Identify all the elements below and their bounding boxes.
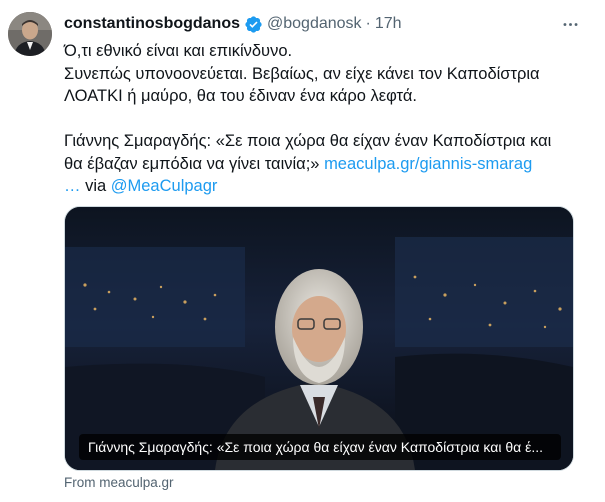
display-name[interactable]: constantinosbogdanos — [64, 14, 240, 34]
tweet-header: constantinosbogdanos @bogdanosk · 17h — [64, 13, 402, 35]
verified-badge-icon — [244, 15, 263, 34]
tweet-text-line: Ό,τι εθνικό είναι και επικίνδυνο. — [64, 42, 293, 60]
tweet-text-line: … via @MeaCulpagr — [64, 175, 584, 198]
tweet-text-line: θα έβαζαν εμπόδια να γίνει ταινία;» meac… — [64, 153, 584, 176]
via-text: via — [80, 177, 111, 195]
tweet-text-line: Συνεπώς υπονοονεύεται. Βεβαίως, αν είχε … — [64, 64, 540, 83]
timestamp[interactable]: 17h — [375, 14, 402, 34]
article-link[interactable]: meaculpa.gr/giannis-smarag — [324, 155, 532, 173]
more-icon[interactable] — [560, 14, 580, 34]
user-handle[interactable]: @bogdanosk — [267, 14, 362, 34]
avatar[interactable] — [8, 12, 52, 56]
mention-link[interactable]: @MeaCulpagr — [111, 177, 218, 195]
card-source[interactable]: From meaculpa.gr — [64, 475, 174, 490]
tweet[interactable]: constantinosbogdanos @bogdanosk · 17h Ό,… — [0, 0, 592, 502]
tweet-text: Ό,τι εθνικό είναι και επικίνδυνο. Συνεπώ… — [64, 40, 584, 198]
media-caption: Γιάννης Σμαραγδής: «Σε ποια χώρα θα είχα… — [79, 434, 561, 460]
media-card[interactable]: Γιάννης Σμαραγδής: «Σε ποια χώρα θα είχα… — [64, 206, 574, 471]
tweet-text-line: Γιάννης Σμαραγδής: «Σε ποια χώρα θα είχα… — [64, 132, 552, 150]
quote-text: θα έβαζαν εμπόδια να γίνει ταινία;» — [64, 154, 325, 173]
tweet-text-line: ΛΟΑΤΚΙ ή μαύρο, θα του έδιναν ένα κάρο λ… — [64, 87, 417, 105]
media-thumbnail — [65, 207, 573, 470]
separator-dot: · — [365, 15, 371, 32]
article-link-ellipsis[interactable]: … — [64, 177, 81, 195]
